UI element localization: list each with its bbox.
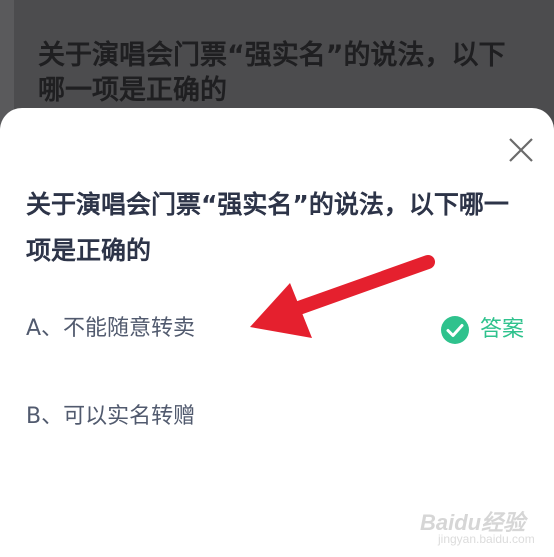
background-question-text: 关于演唱会门票“强实名”的说法，以下哪一项是正确的 (38, 40, 506, 106)
answer-indicator[interactable]: 答案 (440, 314, 524, 346)
check-circle-icon (441, 316, 469, 344)
answer-label: 答案 (480, 317, 525, 342)
watermark-url: jingyan.baidu.com (438, 532, 535, 546)
question-title: 关于演唱会门票“强实名”的说法，以下哪一项是正确的 (26, 190, 509, 265)
close-button[interactable] (508, 137, 534, 163)
option-b[interactable]: B、可以实名转赠 (26, 402, 326, 432)
close-icon (509, 138, 533, 162)
option-a[interactable]: A、不能随意转卖 (26, 314, 326, 344)
